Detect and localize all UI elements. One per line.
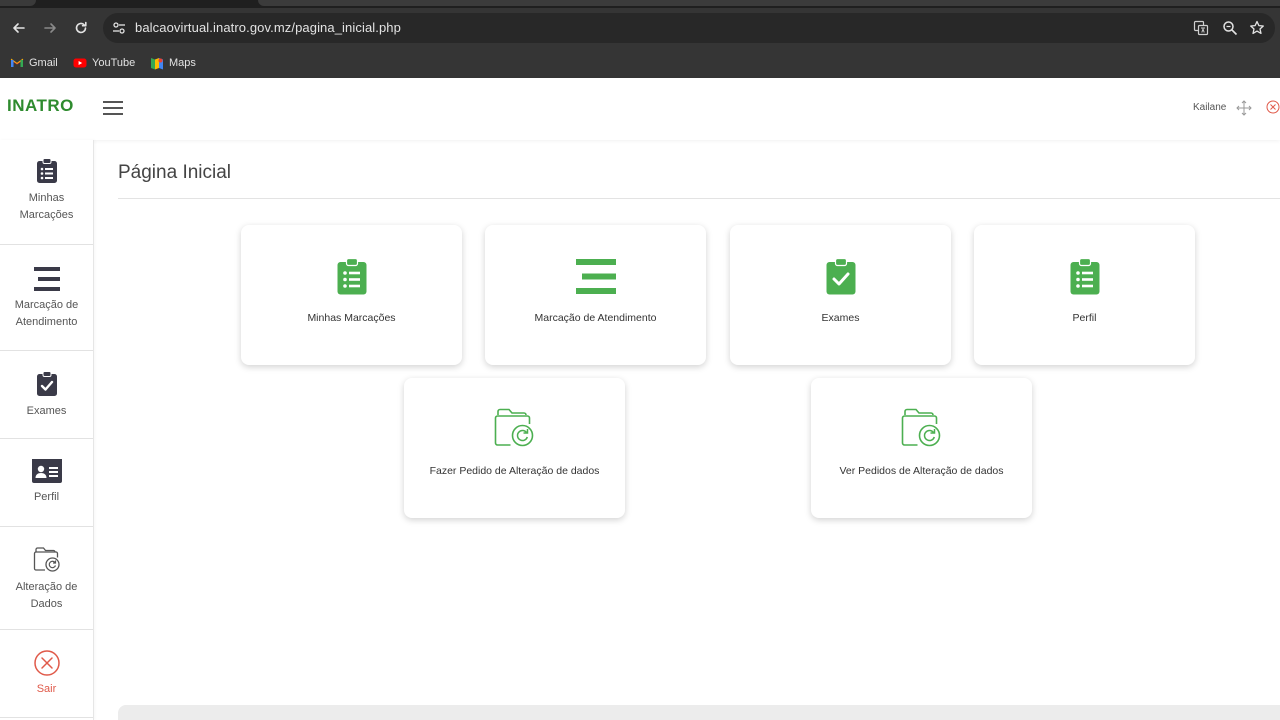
back-button[interactable] bbox=[7, 16, 31, 40]
sidebar-item-label: Perfil bbox=[33, 491, 60, 503]
app-header: INATRO Kailane bbox=[0, 78, 1280, 140]
card-exames[interactable]: Exames bbox=[730, 225, 951, 365]
back-arrow-icon bbox=[13, 23, 25, 33]
sidebar-item-perfil[interactable]: Perfil bbox=[0, 439, 93, 527]
bars-icon bbox=[33, 267, 60, 291]
sidebar-item-label: Alteração de Dados bbox=[15, 581, 78, 610]
clipboard-list-icon bbox=[974, 258, 1195, 295]
youtube-icon bbox=[73, 58, 87, 68]
hamburger-icon bbox=[103, 101, 123, 103]
sidebar-item-label: Sair bbox=[36, 683, 57, 695]
card-label: Perfil bbox=[1072, 312, 1097, 324]
sidebar-item-sair[interactable]: Sair bbox=[0, 630, 93, 718]
id-card-icon bbox=[31, 459, 62, 483]
page-title: Página Inicial bbox=[118, 162, 232, 183]
inatro-logo[interactable]: INATRO bbox=[7, 96, 74, 116]
forward-arrow-icon bbox=[44, 23, 56, 33]
sidebar-item-label: Exames bbox=[26, 405, 67, 417]
clipboard-list-icon bbox=[241, 258, 462, 295]
hamburger-icon bbox=[103, 107, 123, 109]
clipboard-list-icon bbox=[36, 158, 58, 184]
browser-tab-strip bbox=[0, 0, 1280, 8]
site-settings-icon[interactable] bbox=[111, 20, 127, 36]
browser-tab-bar bbox=[258, 0, 1280, 6]
bookmark-gmail[interactable]: Gmail bbox=[10, 55, 58, 71]
bookmark-label: Gmail bbox=[29, 57, 58, 69]
menu-toggle-button[interactable] bbox=[103, 100, 123, 116]
card-label: Fazer Pedido de Alteração de dados bbox=[429, 465, 600, 477]
reload-button[interactable] bbox=[69, 16, 93, 40]
title-divider bbox=[118, 198, 1280, 199]
url-text[interactable]: balcaovirtual.inatro.gov.mz/pagina_inici… bbox=[135, 20, 401, 35]
close-circle-icon[interactable] bbox=[1266, 100, 1280, 114]
card-perfil[interactable]: Perfil bbox=[974, 225, 1195, 365]
clipboard-check-icon bbox=[36, 371, 58, 397]
sidebar-item-minhas-marcacoes[interactable]: Minhas Marcações bbox=[0, 140, 93, 245]
gmail-icon bbox=[10, 58, 24, 67]
sidebar-item-alteracao-dados[interactable]: Alteração de Dados bbox=[0, 527, 93, 630]
fullscreen-move-icon[interactable] bbox=[1236, 100, 1252, 116]
translate-icon[interactable] bbox=[1193, 20, 1209, 36]
sidebar-item-label: Marcação de Atendimento bbox=[14, 299, 79, 328]
user-name: Kailane bbox=[1193, 102, 1227, 113]
circle-x-icon bbox=[33, 649, 61, 677]
card-minhas-marcacoes[interactable]: Minhas Marcações bbox=[241, 225, 462, 365]
reload-icon bbox=[75, 21, 87, 34]
forward-button[interactable] bbox=[38, 16, 62, 40]
bookmark-maps[interactable]: Maps bbox=[150, 55, 196, 71]
bookmark-youtube[interactable]: YouTube bbox=[73, 55, 135, 71]
browser-toolbar: balcaovirtual.inatro.gov.mz/pagina_inici… bbox=[0, 8, 1280, 48]
folder-refresh-icon bbox=[33, 545, 61, 573]
card-label: Marcação de Atendimento bbox=[534, 312, 657, 324]
card-label: Exames bbox=[821, 312, 860, 324]
zoom-icon[interactable] bbox=[1222, 20, 1238, 36]
bookmark-star-icon[interactable] bbox=[1249, 20, 1265, 36]
sidebar-item-marcacao-atendimento[interactable]: Marcação de Atendimento bbox=[0, 245, 93, 351]
bars-icon bbox=[485, 259, 706, 294]
bookmarks-bar: Gmail YouTube Maps bbox=[0, 48, 1280, 78]
browser-tab[interactable] bbox=[0, 0, 36, 6]
folder-refresh-icon bbox=[811, 406, 1032, 448]
card-label: Ver Pedidos de Alteração de dados bbox=[839, 465, 1004, 477]
card-label: Minhas Marcações bbox=[307, 312, 396, 324]
card-ver-pedidos-alteracao[interactable]: Ver Pedidos de Alteração de dados bbox=[811, 378, 1032, 518]
footer-bar bbox=[118, 705, 1280, 720]
folder-refresh-icon bbox=[404, 406, 625, 448]
sidebar-item-label: Minhas Marcações bbox=[19, 192, 74, 221]
bookmark-label: Maps bbox=[169, 57, 196, 69]
bookmark-label: YouTube bbox=[92, 57, 136, 69]
sidebar-item-exames[interactable]: Exames bbox=[0, 351, 93, 439]
hamburger-icon bbox=[103, 113, 123, 115]
clipboard-check-icon bbox=[730, 258, 951, 295]
card-marcacao-atendimento[interactable]: Marcação de Atendimento bbox=[485, 225, 706, 365]
address-bar[interactable]: balcaovirtual.inatro.gov.mz/pagina_inici… bbox=[103, 13, 1275, 43]
card-fazer-pedido-alteracao[interactable]: Fazer Pedido de Alteração de dados bbox=[404, 378, 625, 518]
sidebar: Minhas Marcações Marcação de Atendimento E… bbox=[0, 140, 94, 720]
maps-icon bbox=[151, 58, 163, 70]
